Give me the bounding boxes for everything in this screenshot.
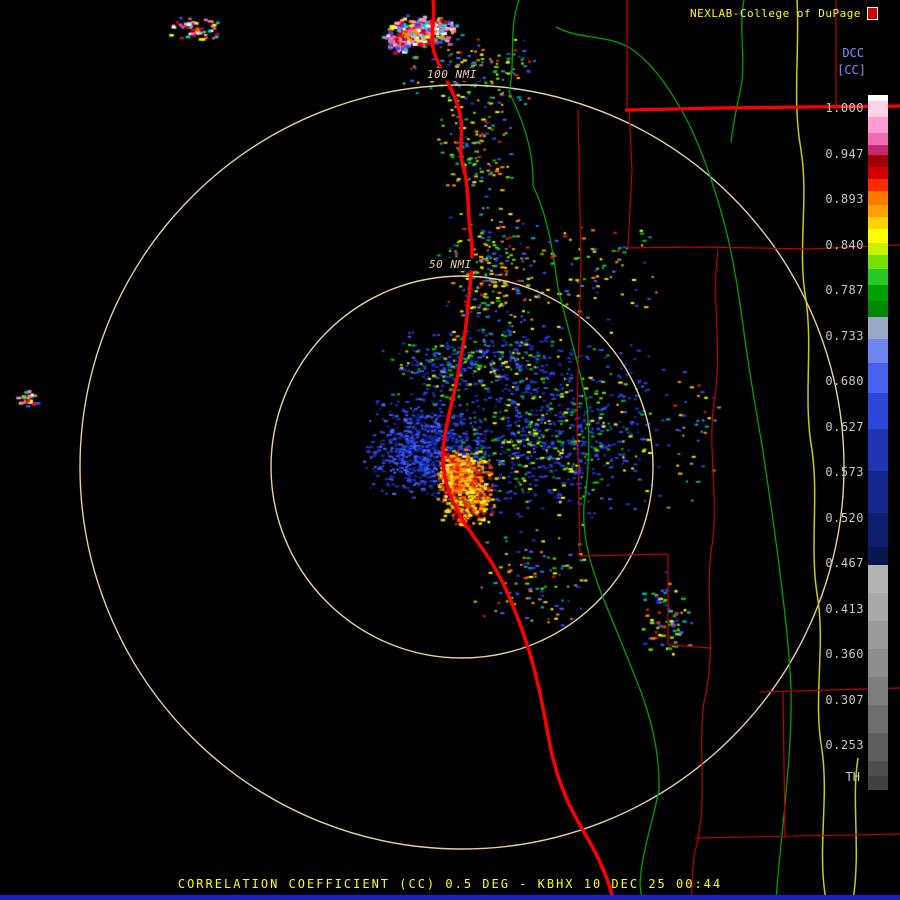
colorbar-segment xyxy=(868,429,888,471)
colorbar-segment xyxy=(868,205,888,217)
river-line-main xyxy=(508,0,660,900)
colorbar-tick: 0.413 xyxy=(825,601,864,616)
colorbar-segment xyxy=(868,301,888,317)
colorbar-tick: 1.000 xyxy=(825,101,864,115)
colorbar-segment xyxy=(868,649,888,677)
colorbar-segment xyxy=(868,339,888,363)
colorbar-segment xyxy=(868,255,888,269)
colorbar-tick: 0.947 xyxy=(825,146,864,161)
colorbar-segment xyxy=(868,565,888,593)
colorbar-tick: 0.840 xyxy=(825,237,864,252)
highway-line-main xyxy=(430,0,615,900)
colorbar-segment xyxy=(868,547,888,565)
colorbar-segment xyxy=(868,393,888,429)
footer-strip xyxy=(0,895,900,900)
colorbar-segment xyxy=(868,167,888,179)
colorbar-segment xyxy=(868,217,888,229)
colorbar-segment xyxy=(868,593,888,621)
colorbar-tick: 0.520 xyxy=(825,510,864,525)
colorbar-tick: 0.307 xyxy=(825,692,864,707)
colorbar-segment xyxy=(868,155,888,167)
range-ring-100nmi xyxy=(79,84,845,850)
colorbar-segment xyxy=(868,471,888,513)
map-overlay xyxy=(79,0,900,900)
colorbar-tick-labels: 1.000 0.947 0.893 0.840 0.787 0.733 0.680 0.627… xyxy=(814,0,864,900)
colorbar-tick: 0.467 xyxy=(825,556,864,570)
colorbar-tick: 0.893 xyxy=(825,192,864,206)
colorbar-segment xyxy=(868,705,888,733)
colorbar-segment xyxy=(868,363,888,393)
colorbar-tick: 0.360 xyxy=(825,647,864,661)
range-ring-label-100: 100 NMI xyxy=(424,68,480,81)
colorbar-segment xyxy=(868,733,888,761)
river-line-east xyxy=(555,26,792,900)
colorbar-tick: 0.573 xyxy=(825,465,864,479)
colorbar-segment xyxy=(868,133,888,145)
colorbar-segment xyxy=(868,229,888,243)
colorbar-segment xyxy=(868,776,888,790)
colorbar-segment xyxy=(868,761,888,776)
colorbar-tick: 0.627 xyxy=(825,419,864,434)
colorbar-segment xyxy=(868,269,888,285)
colorbar-segment xyxy=(868,677,888,705)
colorbar-segment xyxy=(868,145,888,155)
colorbar-segment xyxy=(868,179,888,191)
colorbar-segment xyxy=(868,621,888,649)
logo-mark-icon xyxy=(867,7,878,20)
radar-display: 100 NMI 50 NMI NEXLAB-College of DuPage … xyxy=(0,0,900,900)
range-ring-label-50: 50 NMI xyxy=(426,258,475,271)
colorbar-segment xyxy=(868,317,888,339)
colorbar-segment xyxy=(868,191,888,205)
colorbar-tick: 0.787 xyxy=(825,283,864,297)
colorbar-tick: 0.733 xyxy=(825,328,864,343)
product-caption: CORRELATION COEFFICIENT (CC) 0.5 DEG - K… xyxy=(177,877,723,891)
colorbar-segment xyxy=(868,243,888,255)
colorbar-segment xyxy=(868,101,888,117)
river-line-branch xyxy=(730,0,745,143)
colorbar-segment xyxy=(868,513,888,547)
colorbar-tick: 0.680 xyxy=(825,374,864,388)
colorbar-segment xyxy=(868,285,888,301)
colorbar-threshold-label: TH xyxy=(845,770,860,784)
colorbar xyxy=(868,95,888,790)
range-ring-50nmi xyxy=(270,275,654,659)
colorbar-tick: 0.253 xyxy=(825,738,864,752)
colorbar-segment xyxy=(868,117,888,133)
